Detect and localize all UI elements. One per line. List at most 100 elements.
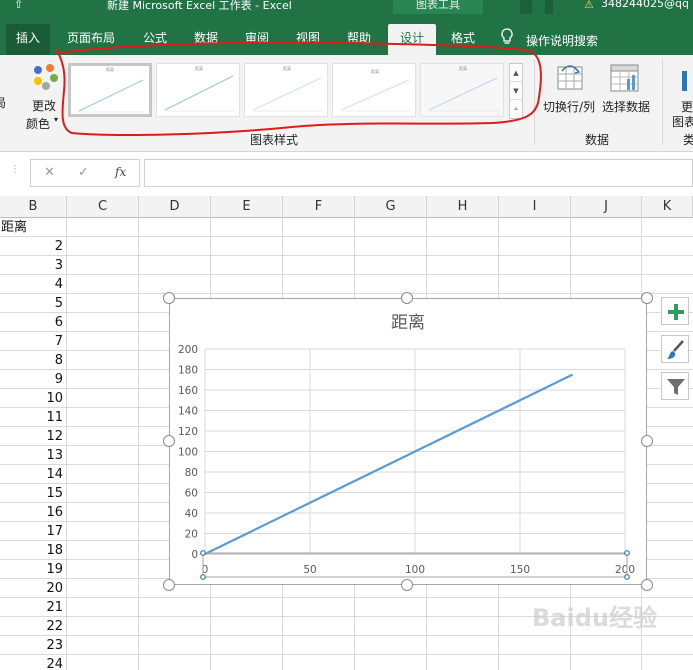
y-tick-label: 140 bbox=[178, 406, 198, 418]
cell-b-value[interactable]: 20 bbox=[0, 579, 66, 598]
cell-b-value[interactable]: 13 bbox=[0, 446, 66, 465]
series-line bbox=[204, 373, 573, 555]
red-annotation-outline bbox=[55, 41, 542, 136]
switch-row-column-label: 切换行/列 bbox=[543, 100, 596, 114]
cell-b-value[interactable]: 18 bbox=[0, 541, 66, 560]
chart-elements-button[interactable] bbox=[661, 297, 689, 325]
resize-handle-top-left[interactable] bbox=[163, 292, 175, 304]
enter-icon[interactable]: ✓ bbox=[78, 165, 89, 180]
chart-tools-context: 图表工具 bbox=[393, 0, 483, 14]
ribbon: 局 更改 颜色 ▾ 距离 距离 距离 距离 距离 ▲ ▼ ⩡ 图表样式 切换行/… bbox=[0, 41, 693, 152]
cell-b-value[interactable]: 23 bbox=[0, 636, 66, 655]
y-tick-label: 60 bbox=[185, 488, 198, 500]
column-header-f[interactable]: F bbox=[283, 196, 355, 218]
cell-b-value[interactable]: 11 bbox=[0, 408, 66, 427]
cell-b-value[interactable]: 5 bbox=[0, 294, 66, 313]
x-tick-label: 200 bbox=[615, 564, 635, 576]
window-title: 新建 Microsoft Excel 工作表 - Excel bbox=[107, 0, 292, 12]
resize-handle-bottom-left[interactable] bbox=[163, 579, 175, 591]
column-header-i[interactable]: I bbox=[499, 196, 571, 218]
column-header-e[interactable]: E bbox=[211, 196, 283, 218]
title-bar-decoration bbox=[545, 0, 553, 14]
change-chart-type-button[interactable]: 更 图表 bbox=[672, 59, 693, 131]
cell-b-value[interactable]: 19 bbox=[0, 560, 66, 579]
resize-handle-left[interactable] bbox=[163, 435, 175, 447]
column-header-c[interactable]: C bbox=[67, 196, 139, 218]
cell-b-value[interactable]: 22 bbox=[0, 617, 66, 636]
insert-function-icon[interactable]: fx bbox=[115, 165, 126, 179]
y-tick-label: 40 bbox=[185, 508, 198, 520]
column-header-j[interactable]: J bbox=[571, 196, 642, 218]
chart-filters-button[interactable] bbox=[661, 372, 689, 400]
filter-icon bbox=[667, 379, 685, 395]
formula-buttons: ✕ ✓ fx bbox=[30, 159, 140, 187]
cell-b-value[interactable]: 24 bbox=[0, 655, 66, 670]
x-tick-label: 50 bbox=[303, 564, 316, 576]
formula-input[interactable] bbox=[144, 159, 693, 187]
chart-plot: 距离 0204060801001201401601802000 50 100 150 2… bbox=[178, 313, 635, 580]
y-tick-label: 120 bbox=[178, 426, 198, 438]
cut-off-label: 图表 bbox=[672, 115, 693, 129]
cell-b-value[interactable]: 10 bbox=[0, 389, 66, 408]
plus-icon bbox=[668, 304, 684, 320]
chart-styles-button[interactable] bbox=[661, 335, 689, 363]
cell-b-value[interactable]: 14 bbox=[0, 465, 66, 484]
y-tick-label: 20 bbox=[185, 529, 198, 541]
axis-selection-handle bbox=[200, 550, 206, 556]
chart-tick-labels: 0204060801001201401601802000 50 100 150 200 bbox=[178, 344, 635, 576]
embedded-chart[interactable]: 距离 0 20 40 60 80 100 120 140 160 180 200 0 50 100 150 2… bbox=[169, 298, 647, 585]
y-tick-label: 200 bbox=[178, 344, 198, 356]
column-header-b[interactable]: B bbox=[0, 196, 67, 218]
cell-b-value[interactable]: 8 bbox=[0, 351, 66, 370]
resize-handle-bottom[interactable] bbox=[401, 579, 413, 591]
resize-handle-right[interactable] bbox=[641, 435, 653, 447]
resize-handle-bottom-right[interactable] bbox=[641, 579, 653, 591]
cell-b-value[interactable]: 16 bbox=[0, 503, 66, 522]
chart-title[interactable]: 距离 bbox=[391, 313, 425, 333]
cell-b-value[interactable]: 7 bbox=[0, 332, 66, 351]
tab-insert[interactable]: 插入 bbox=[6, 24, 50, 55]
formula-bar: ⋮ ✕ ✓ fx bbox=[0, 152, 693, 196]
brush-icon bbox=[667, 340, 684, 359]
cell-b-value[interactable]: 9 bbox=[0, 370, 66, 389]
quick-access-icon[interactable]: ⇧ bbox=[14, 0, 23, 11]
column-header-d[interactable]: D bbox=[139, 196, 211, 218]
title-bar-decoration bbox=[520, 0, 532, 14]
column-header-g[interactable]: G bbox=[355, 196, 427, 218]
x-tick-label: 150 bbox=[510, 564, 530, 576]
cancel-icon[interactable]: ✕ bbox=[44, 165, 55, 180]
select-data-button[interactable]: 选择数据 bbox=[600, 59, 654, 115]
select-data-label: 选择数据 bbox=[602, 100, 651, 114]
switch-row-column-button[interactable]: 切换行/列 bbox=[541, 59, 599, 115]
warning-icon[interactable]: ⚠ bbox=[584, 0, 594, 11]
column-header-h[interactable]: H bbox=[427, 196, 499, 218]
account-name[interactable]: 348244025@qq bbox=[601, 0, 689, 10]
x-tick-label: 100 bbox=[405, 564, 425, 576]
cell-b-value[interactable]: 17 bbox=[0, 522, 66, 541]
cut-off-label: 局 bbox=[0, 96, 7, 110]
excel-window: ⇧ 新建 Microsoft Excel 工作表 - Excel 图表工具 ⚠ … bbox=[0, 0, 693, 670]
cell-b-value[interactable]: 6 bbox=[0, 313, 66, 332]
cell-b-value[interactable]: 4 bbox=[0, 275, 66, 294]
group-divider bbox=[662, 59, 663, 145]
cell-b-value[interactable]: 21 bbox=[0, 598, 66, 617]
resize-handle-top-right[interactable] bbox=[641, 292, 653, 304]
cell-b-value[interactable]: 15 bbox=[0, 484, 66, 503]
y-tick-label: 80 bbox=[185, 467, 198, 479]
chart-series bbox=[204, 373, 573, 555]
data-group-label: 数据 bbox=[585, 133, 610, 147]
cell-b-value[interactable]: 2 bbox=[0, 237, 66, 256]
cell-b-value[interactable]: 12 bbox=[0, 427, 66, 446]
y-tick-label: 160 bbox=[178, 385, 198, 397]
axis-selection-handle bbox=[624, 550, 630, 556]
title-bar: ⇧ 新建 Microsoft Excel 工作表 - Excel 图表工具 ⚠ … bbox=[0, 0, 693, 14]
drag-handle-icon[interactable]: ⋮ bbox=[10, 164, 20, 175]
cell-b-header[interactable]: 距离 bbox=[0, 218, 66, 237]
axis-selection-handle bbox=[624, 574, 630, 580]
y-tick-label: 180 bbox=[178, 365, 198, 377]
column-header-k[interactable]: K bbox=[642, 196, 693, 218]
cell-b-value[interactable]: 3 bbox=[0, 256, 66, 275]
axis-selection-handle bbox=[200, 574, 206, 580]
y-tick-label: 100 bbox=[178, 447, 198, 459]
resize-handle-top[interactable] bbox=[401, 292, 413, 304]
